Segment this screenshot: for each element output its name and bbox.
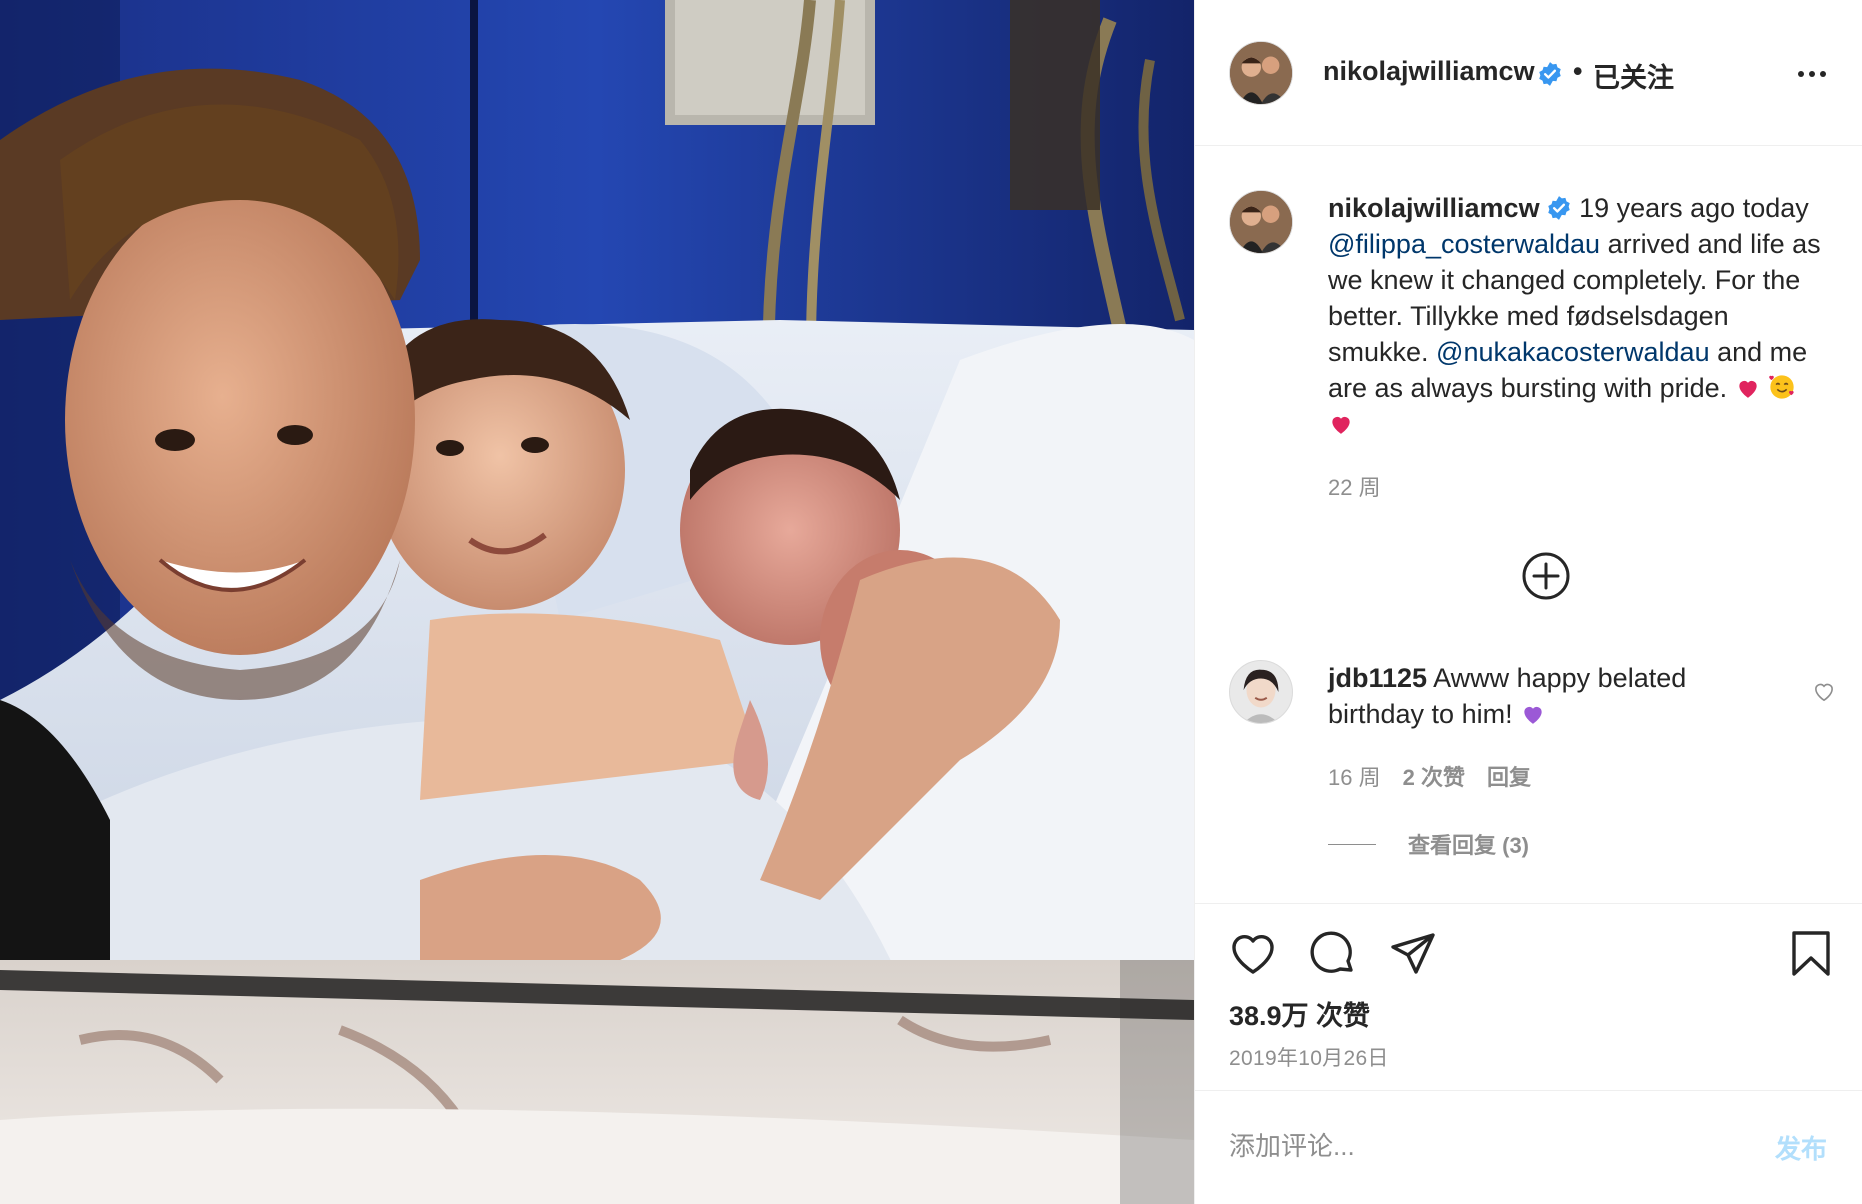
view-replies-button[interactable]: 查看回复 (3)	[1328, 828, 1529, 860]
purple-heart-icon	[1524, 706, 1542, 724]
caption-timestamp[interactable]: 22 周	[1328, 470, 1381, 502]
plus-circle-icon[interactable]	[1521, 551, 1571, 601]
caption-username[interactable]: nikolajwilliamcw	[1328, 193, 1540, 223]
author-avatar[interactable]	[1229, 41, 1293, 105]
likes-count[interactable]: 38.9万 次赞	[1229, 994, 1370, 1033]
comment-meta: 16 周 2 次赞 回复	[1328, 760, 1553, 792]
bookmark-icon[interactable]	[1785, 928, 1837, 980]
caption-segment: 19 years ago today	[1571, 193, 1809, 223]
comment-text: jdb1125 Awww happy belated birthday to h…	[1328, 660, 1748, 732]
verified-badge-icon	[1539, 62, 1561, 86]
heart-icon[interactable]	[1227, 928, 1279, 980]
comment-icon[interactable]	[1307, 928, 1359, 980]
verified-badge-icon	[1547, 196, 1570, 220]
comment-input[interactable]	[1229, 1121, 1729, 1171]
commenter-avatar[interactable]	[1229, 660, 1293, 724]
post-sidebar: nikolajwilliamcw • 已关注 nikolajwilliamcw …	[1194, 0, 1862, 1204]
mention-link[interactable]: @filippa_costerwaldau	[1328, 229, 1600, 259]
comment-heart-icon[interactable]	[1811, 678, 1837, 704]
smiling-face-with-hearts-icon	[1769, 375, 1794, 399]
caption-author-avatar[interactable]	[1229, 190, 1293, 254]
red-heart-icon	[1739, 380, 1757, 398]
post-photo[interactable]	[0, 0, 1194, 1204]
more-options-icon[interactable]	[1795, 60, 1829, 88]
post-comment-button[interactable]: 发布	[1775, 1129, 1827, 1166]
caption-text: nikolajwilliamcw 19 years ago today @fil…	[1328, 190, 1828, 442]
commenter-username[interactable]: jdb1125	[1328, 663, 1427, 693]
add-comment-bar: 发布	[1195, 1090, 1862, 1204]
comment-likes[interactable]: 2 次赞	[1403, 765, 1465, 790]
post-header: nikolajwilliamcw • 已关注	[1195, 0, 1862, 146]
author-username[interactable]: nikolajwilliamcw	[1323, 56, 1535, 87]
red-heart-icon	[1332, 416, 1350, 434]
photo-illustration	[0, 0, 1194, 1204]
post-date[interactable]: 2019年10月26日	[1229, 1042, 1389, 1072]
paper-plane-icon[interactable]	[1387, 928, 1439, 980]
mention-link[interactable]: @nukakacosterwaldau	[1436, 337, 1710, 367]
header-separator: •	[1573, 56, 1583, 86]
reply-button[interactable]: 回复	[1487, 765, 1531, 790]
follow-status-button[interactable]: 已关注	[1593, 56, 1674, 95]
replies-divider	[1328, 843, 1376, 845]
comment-timestamp[interactable]: 16 周	[1328, 765, 1381, 790]
view-replies-label: 查看回复 (3)	[1408, 833, 1530, 858]
